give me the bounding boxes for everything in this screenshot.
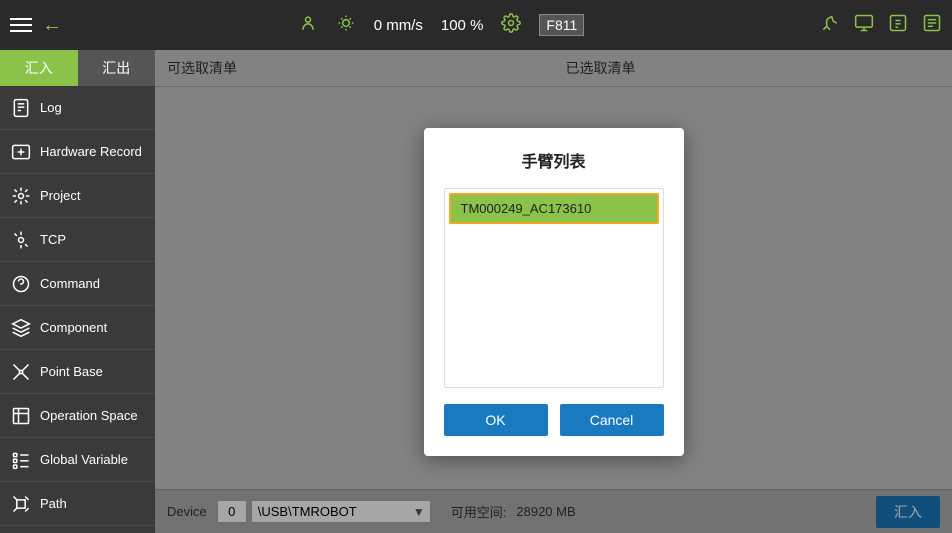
hamburger-menu[interactable] bbox=[10, 18, 32, 32]
sidebar-item-component[interactable]: Component bbox=[0, 306, 155, 350]
sidebar-items: Log Hardware Record bbox=[0, 86, 155, 533]
path-icon bbox=[10, 493, 32, 515]
arm-list-modal: 手臂列表 TM000249_AC173610 OK Cancel bbox=[424, 128, 684, 456]
main-layout: 汇入 汇出 Log bbox=[0, 50, 952, 533]
sidebar-label-path: Path bbox=[40, 496, 145, 511]
sidebar-item-command[interactable]: Command bbox=[0, 262, 155, 306]
modal-cancel-button[interactable]: Cancel bbox=[560, 404, 664, 436]
sidebar-item-hardware-record[interactable]: Hardware Record bbox=[0, 130, 155, 174]
info-icon[interactable] bbox=[888, 13, 908, 38]
fcode-value: F811 bbox=[539, 14, 584, 36]
gear-icon bbox=[501, 13, 521, 38]
sidebar-label-point-base: Point Base bbox=[40, 364, 145, 379]
sidebar-item-point-base[interactable]: Point Base bbox=[0, 350, 155, 394]
modal-list: TM000249_AC173610 bbox=[444, 188, 664, 388]
robot-status-icon bbox=[298, 13, 318, 38]
sidebar-label-hardware-record: Hardware Record bbox=[40, 144, 145, 159]
tcp-icon bbox=[10, 229, 32, 251]
tab-import[interactable]: 汇入 bbox=[0, 50, 78, 86]
sidebar-label-log: Log bbox=[40, 100, 145, 115]
speed-icon bbox=[336, 13, 356, 38]
component-icon bbox=[10, 317, 32, 339]
sidebar: 汇入 汇出 Log bbox=[0, 50, 155, 533]
topbar: ← 0 mm/s 100 % F811 bbox=[0, 0, 952, 50]
project-icon bbox=[10, 185, 32, 207]
log-icon bbox=[10, 97, 32, 119]
sidebar-item-path[interactable]: Path bbox=[0, 482, 155, 526]
sidebar-item-log[interactable]: Log bbox=[0, 86, 155, 130]
sidebar-label-command: Command bbox=[40, 276, 145, 291]
sidebar-item-project[interactable]: Project bbox=[0, 174, 155, 218]
percent-value: 100 % bbox=[441, 17, 484, 34]
sidebar-label-global-variable: Global Variable bbox=[40, 452, 145, 467]
sidebar-label-project: Project bbox=[40, 188, 145, 203]
operation-icon bbox=[10, 405, 32, 427]
list-icon[interactable] bbox=[922, 13, 942, 38]
variable-icon bbox=[10, 449, 32, 471]
modal-actions: OK Cancel bbox=[444, 404, 664, 436]
sidebar-item-operation-space[interactable]: Operation Space bbox=[0, 394, 155, 438]
command-icon bbox=[10, 273, 32, 295]
monitor-icon[interactable] bbox=[854, 13, 874, 38]
modal-title: 手臂列表 bbox=[444, 148, 664, 172]
sidebar-tabs: 汇入 汇出 bbox=[0, 50, 155, 86]
hardware-icon bbox=[10, 141, 32, 163]
speed-value: 0 mm/s bbox=[374, 17, 423, 34]
sidebar-item-tcp[interactable]: TCP bbox=[0, 218, 155, 262]
point-icon bbox=[10, 361, 32, 383]
content-area: 可选取清单 已选取清单 手臂列表 TM000249_AC173610 OK Ca… bbox=[155, 50, 952, 533]
modal-ok-button[interactable]: OK bbox=[444, 404, 548, 436]
modal-overlay: 手臂列表 TM000249_AC173610 OK Cancel bbox=[155, 50, 952, 533]
tab-export[interactable]: 汇出 bbox=[78, 50, 156, 86]
sidebar-label-tcp: TCP bbox=[40, 232, 145, 247]
sidebar-label-operation-space: Operation Space bbox=[40, 408, 145, 423]
back-button[interactable]: ← bbox=[42, 14, 62, 37]
sidebar-label-component: Component bbox=[40, 320, 145, 335]
sidebar-item-global-variable[interactable]: Global Variable bbox=[0, 438, 155, 482]
robot-arm-icon[interactable] bbox=[820, 13, 840, 38]
modal-list-item[interactable]: TM000249_AC173610 bbox=[449, 193, 659, 224]
